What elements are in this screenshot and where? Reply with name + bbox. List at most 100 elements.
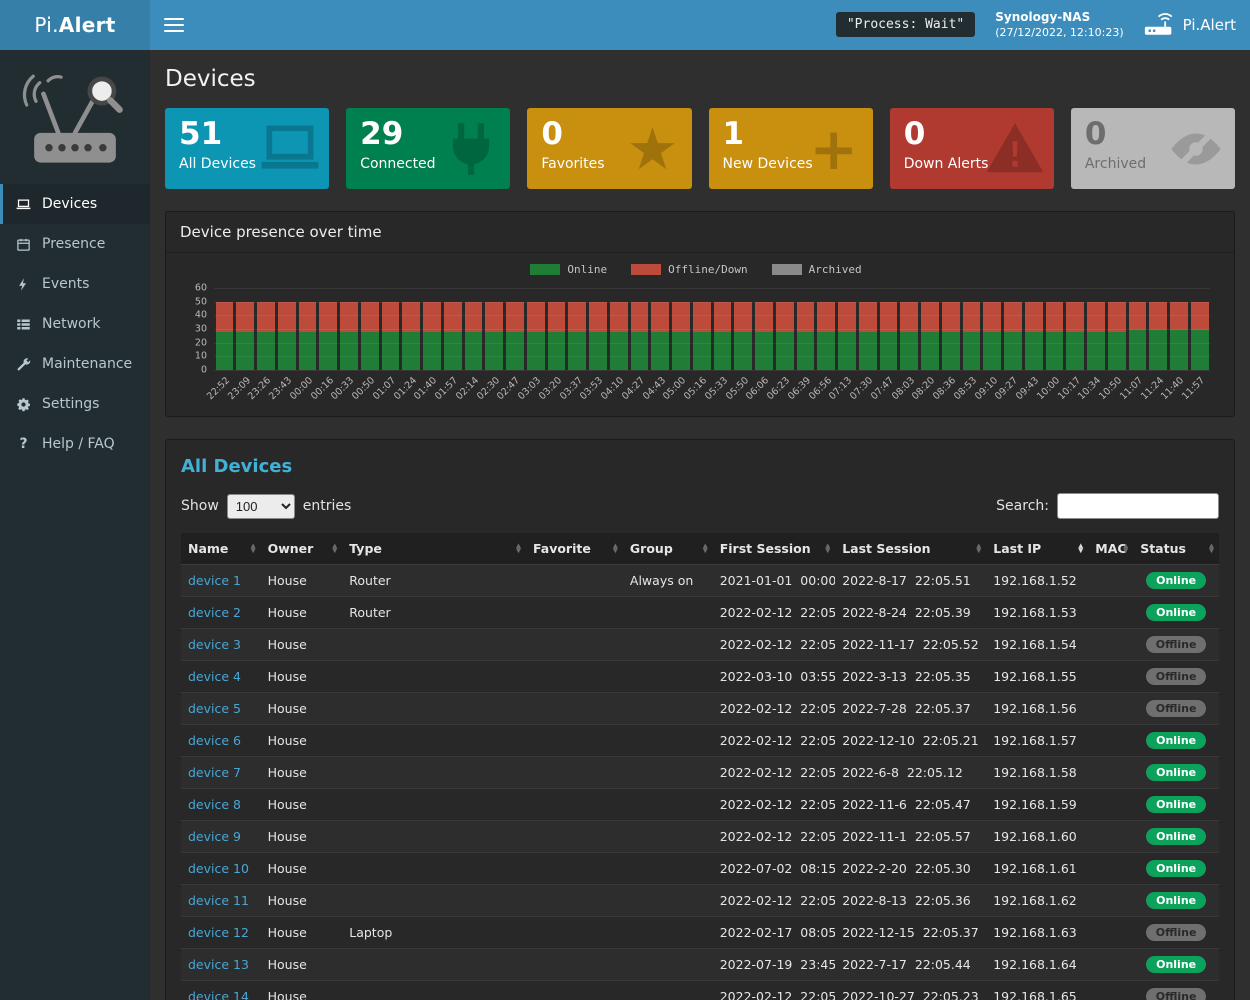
column-header-favorite[interactable]: Favorite▲▼ (526, 533, 623, 565)
column-header-last-session[interactable]: Last Session▲▼ (835, 533, 986, 565)
table-cell (1088, 981, 1133, 1000)
column-header-type[interactable]: Type▲▼ (342, 533, 526, 565)
sidebar-item-presence[interactable]: Presence (0, 224, 150, 264)
legend-swatch (772, 264, 802, 275)
table-cell (526, 725, 623, 757)
table-row: device 11House2022-02-12 22:052022-8-13 … (181, 885, 1219, 917)
device-name-link[interactable]: device 9 (188, 829, 241, 844)
device-name-link[interactable]: device 8 (188, 797, 241, 812)
chart-bar (983, 302, 1001, 370)
brand-suffix: Alert (59, 13, 116, 37)
chart-panel-title: Device presence over time (166, 212, 1234, 253)
table-cell: House (261, 917, 343, 949)
column-label: First Session (720, 541, 811, 556)
column-header-name[interactable]: Name▲▼ (181, 533, 261, 565)
sidebar-item-maintenance[interactable]: Maintenance (0, 344, 150, 384)
sidebar-item-network[interactable]: Network (0, 304, 150, 344)
chart-bar (382, 302, 400, 370)
table-cell: Laptop (342, 917, 526, 949)
sidebar-item-devices[interactable]: Devices (0, 184, 150, 224)
app-logo[interactable]: Pi.Alert (0, 0, 150, 50)
stat-card-favorites[interactable]: 0Favorites★ (527, 108, 691, 189)
device-name-link[interactable]: device 11 (188, 893, 249, 908)
table-cell: 2022-02-12 22:05 (713, 789, 835, 821)
chart-bar (942, 302, 960, 370)
table-cell: House (261, 949, 343, 981)
column-header-mac[interactable]: MAC▲▼ (1088, 533, 1133, 565)
sidebar-item-label: Presence (42, 236, 105, 252)
sort-icon: ▲▼ (703, 543, 708, 554)
chart-bar (361, 302, 379, 370)
device-name-link[interactable]: device 2 (188, 605, 241, 620)
chart-bar (817, 302, 835, 370)
column-label: Type (349, 541, 382, 556)
table-cell: 192.168.1.62 (986, 885, 1088, 917)
table-row: device 10House2022-07-02 08:152022-2-20 … (181, 853, 1219, 885)
device-name-link[interactable]: device 13 (188, 957, 249, 972)
column-header-owner[interactable]: Owner▲▼ (261, 533, 343, 565)
table-cell (623, 757, 713, 789)
table-cell (526, 597, 623, 629)
y-axis-tick: 0 (201, 365, 207, 376)
chart-plot-area: 0102030405060 (214, 288, 1210, 370)
table-cell (342, 789, 526, 821)
nas-name: Synology-NAS (995, 10, 1123, 26)
device-name-link[interactable]: device 4 (188, 669, 241, 684)
table-cell: 192.168.1.53 (986, 597, 1088, 629)
table-cell: House (261, 565, 343, 597)
status-badge: Online (1146, 572, 1206, 589)
device-name-link[interactable]: device 10 (188, 861, 249, 876)
column-label: MAC (1095, 541, 1126, 556)
chart-bar (402, 302, 420, 370)
table-cell (342, 757, 526, 789)
table-cell: 2022-6-8 22:05.12 (835, 757, 986, 789)
status-badge: Online (1146, 828, 1206, 845)
entries-label: entries (303, 498, 352, 514)
legend-item-archived[interactable]: Archived (772, 263, 862, 276)
chart-bar (216, 302, 234, 370)
table-cell: 192.168.1.64 (986, 949, 1088, 981)
device-name-link[interactable]: device 5 (188, 701, 241, 716)
entries-select[interactable]: 100 (227, 494, 295, 519)
device-name-link[interactable]: device 14 (188, 989, 249, 1000)
devices-table: Name▲▼Owner▲▼Type▲▼Favorite▲▼Group▲▼Firs… (181, 533, 1219, 1000)
sidebar-menu: Devices Presence EventsNetworkMaintenanceS… (0, 184, 150, 464)
sidebar-item-settings[interactable]: Settings (0, 384, 150, 424)
stat-card-down-alerts[interactable]: 0Down Alerts (890, 108, 1054, 189)
legend-item-online[interactable]: Online (530, 263, 607, 276)
column-header-status[interactable]: Status▲▼ (1133, 533, 1219, 565)
sidebar-item-events[interactable]: Events (0, 264, 150, 304)
plus-icon: + (803, 118, 865, 180)
device-name-link[interactable]: device 12 (188, 925, 249, 940)
search-input[interactable] (1057, 493, 1219, 519)
account-menu[interactable]: Pi.Alert (1144, 13, 1236, 37)
stat-card-new-devices[interactable]: 1New Devices+ (709, 108, 873, 189)
pialert-logo (0, 50, 150, 174)
table-cell (526, 853, 623, 885)
chart-bar (1025, 302, 1043, 370)
device-name-link[interactable]: device 1 (188, 573, 241, 588)
sort-icon: ▲▼ (613, 543, 618, 554)
chart-bar (797, 302, 815, 370)
table-row: device 2HouseRouter2022-02-12 22:052022-… (181, 597, 1219, 629)
device-name-link[interactable]: device 6 (188, 733, 241, 748)
device-name-link[interactable]: device 7 (188, 765, 241, 780)
table-cell: 2022-12-10 22:05.21 (835, 725, 986, 757)
table-cell (623, 853, 713, 885)
legend-item-offline-down[interactable]: Offline/Down (631, 263, 747, 276)
hamburger-menu-icon[interactable] (164, 14, 184, 36)
sidebar-item-help-faq[interactable]: ?Help / FAQ (0, 424, 150, 464)
stat-card-all-devices[interactable]: 51All Devices (165, 108, 329, 189)
table-cell (1088, 757, 1133, 789)
column-header-last-ip[interactable]: Last IP▲▼ (986, 533, 1088, 565)
laptop-icon (259, 118, 321, 180)
stat-card-connected[interactable]: 29Connected (346, 108, 510, 189)
column-header-group[interactable]: Group▲▼ (623, 533, 713, 565)
column-header-first-session[interactable]: First Session▲▼ (713, 533, 835, 565)
status-badge: Online (1146, 764, 1206, 781)
device-name-link[interactable]: device 3 (188, 637, 241, 652)
table-cell (1088, 597, 1133, 629)
chart-bar (631, 302, 649, 370)
stat-card-archived[interactable]: 0Archived (1071, 108, 1235, 189)
table-cell (526, 565, 623, 597)
